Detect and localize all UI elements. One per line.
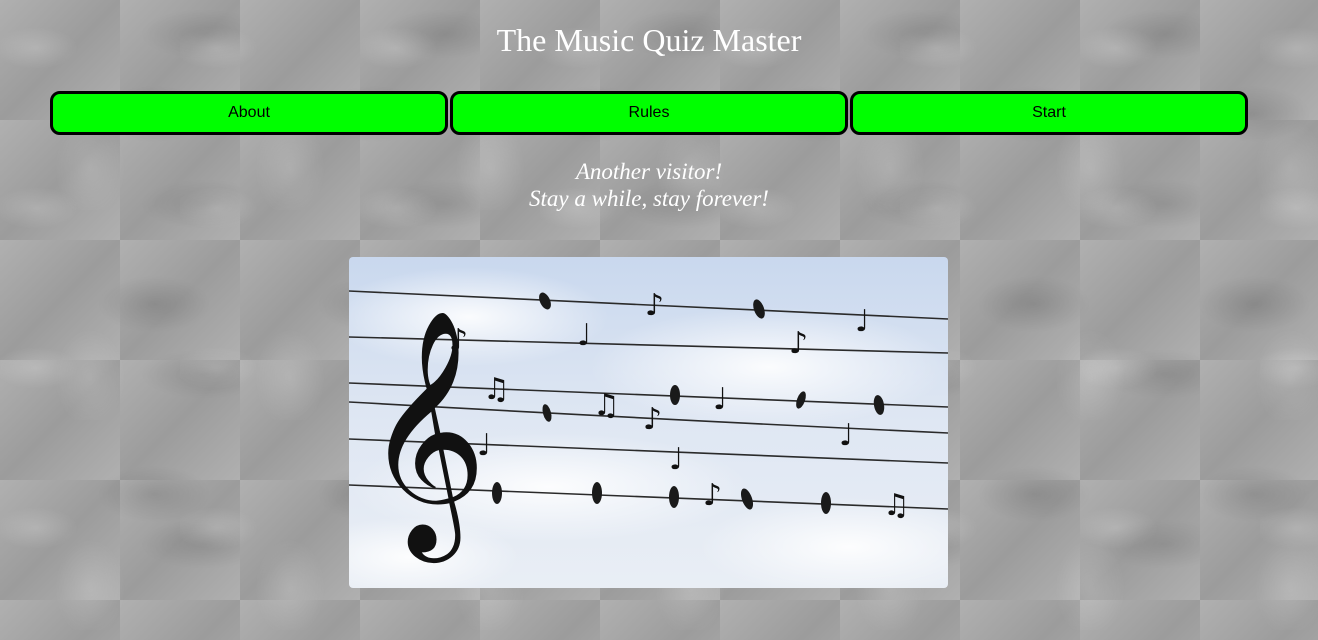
page-title: The Music Quiz Master (496, 22, 802, 58)
eighth-note-icon: ♪ (789, 326, 808, 361)
quarter-note-icon: ♩ (477, 428, 491, 463)
treble-clef-icon: 𝄞 (363, 307, 487, 563)
start-button[interactable]: Start (850, 91, 1248, 135)
rules-button[interactable]: Rules (450, 91, 848, 135)
eighth-note-icon: ♪ (703, 478, 722, 513)
quarter-note-icon: ♩ (855, 304, 869, 339)
eighth-note-icon: ♪ (643, 402, 662, 437)
quarter-note-icon: ♩ (713, 382, 727, 417)
greeting-line-2: Stay a while, stay forever! (529, 186, 769, 211)
quarter-note-icon: ♩ (577, 318, 591, 353)
bird-icon (821, 492, 831, 514)
bird-icon (670, 385, 680, 405)
bird-icon (669, 486, 679, 508)
bird-icon (592, 482, 602, 504)
bird-icon (492, 482, 502, 504)
beamed-notes-icon: ♫ (483, 372, 510, 407)
quarter-note-icon: ♩ (669, 442, 683, 477)
main-nav: About Rules Start (50, 91, 1248, 135)
quarter-note-icon: ♩ (839, 418, 853, 453)
greeting-text: Another visitor! Stay a while, stay fore… (0, 158, 1298, 212)
greeting-line-1: Another visitor! (575, 159, 723, 184)
beamed-notes-icon: ♫ (593, 388, 620, 423)
beamed-notes-icon: ♫ (883, 488, 910, 523)
eighth-note-icon: ♪ (449, 323, 468, 358)
hero-image: 𝄞 ♪ ♩ ♪ ♪ ♩ ♫ ♫ ♪ ♩ ♩ ♩ ♩ ♪ ♫ (349, 257, 948, 588)
eighth-note-icon: ♪ (645, 288, 664, 323)
about-button[interactable]: About (50, 91, 448, 135)
birds-on-wires-image: 𝄞 ♪ ♩ ♪ ♪ ♩ ♫ ♫ ♪ ♩ ♩ ♩ ♩ ♪ ♫ (349, 257, 948, 588)
